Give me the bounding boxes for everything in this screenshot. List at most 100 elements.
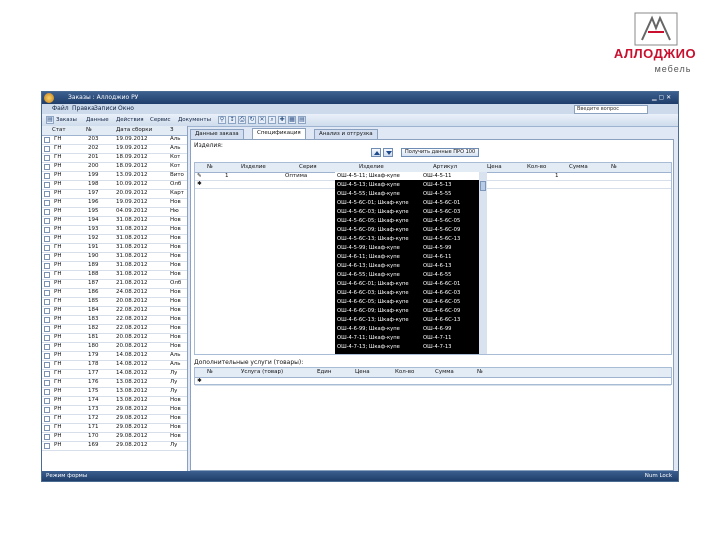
row-checkbox[interactable] [44,245,50,251]
dropdown-option[interactable]: ОШ-4-5-11; Шкаф-купе ОШ-4-5-11 [335,172,487,180]
get-pro100-data-button[interactable]: Получить данные ПРО 100 [401,148,480,157]
col-series[interactable]: Серия [299,164,317,170]
header-date[interactable]: Дата сборки [116,127,152,133]
dropdown-option[interactable]: ОШ-4-5-13; Шкаф-купе ОШ-4-5-13 [335,181,487,189]
table-icon[interactable]: ▦ [288,116,296,124]
print-icon[interactable]: ⎙ [238,116,246,124]
row-checkbox[interactable] [44,407,50,413]
dropdown-option[interactable]: ОШ-4-7-11; Шкаф-купе ОШ-4-7-11 [335,334,487,342]
delete-icon[interactable]: ✕ [258,116,266,124]
header-status[interactable]: Стат [52,127,66,133]
row-checkbox[interactable] [44,236,50,242]
dropdown-option[interactable]: ОШ-4-6-99; Шкаф-купе ОШ-4-6-99 [335,325,487,333]
col-article[interactable]: Артикул [433,164,457,170]
row-checkbox[interactable] [44,416,50,422]
row-checkbox[interactable] [44,380,50,386]
toolbar-data-button[interactable]: Данные [86,116,109,124]
svc-col-price[interactable]: Цена [355,369,370,375]
row-series[interactable]: Оптима [285,173,307,179]
dropdown-option[interactable]: ОШ-4-5-99; Шкаф-купе ОШ-4-5-99 [335,244,487,252]
window-controls-icon[interactable]: ▁ ▢ ✕ [652,94,671,101]
help-search-input[interactable]: Введите вопрос [574,105,648,114]
row-checkbox[interactable] [44,308,50,314]
row-checkbox[interactable] [44,317,50,323]
refresh-icon[interactable]: ↻ [248,116,256,124]
row-num[interactable]: 1 [225,173,229,179]
report-icon[interactable]: ▤ [298,116,306,124]
row-checkbox[interactable] [44,344,50,350]
row-checkbox[interactable] [44,164,50,170]
dropdown-option[interactable]: ОШ-4-5-6С-13; Шкаф-купе ОШ-4-5-6С-13 [335,235,487,243]
svc-col-num[interactable]: № [207,369,213,375]
menu-window[interactable]: Окно [118,105,134,112]
product-dropdown-list[interactable]: ОШ-4-5-11; Шкаф-купе ОШ-4-5-11 ОШ-4-5-13; … [335,172,487,354]
row-checkbox[interactable] [44,191,50,197]
svc-col-sum[interactable]: Сумма [435,369,454,375]
col-num2[interactable]: № [611,164,617,170]
header-client[interactable]: З [170,127,174,133]
row-checkbox[interactable] [44,137,50,143]
row-checkbox[interactable] [44,326,50,332]
row-checkbox[interactable] [44,434,50,440]
header-number[interactable]: № [86,127,92,133]
svc-col-unit[interactable]: Един [317,369,331,375]
toolbar-documents-button[interactable]: Документы [178,116,211,124]
row-checkbox[interactable] [44,146,50,152]
filter-icon[interactable]: ⚲ [218,116,226,124]
office-button-icon[interactable] [44,93,54,103]
row-checkbox[interactable] [44,155,50,161]
svc-col-service[interactable]: Услуга (товар) [241,369,283,375]
scroll-thumb[interactable] [480,181,486,191]
row-checkbox[interactable] [44,173,50,179]
row-checkbox[interactable] [44,272,50,278]
toolbar-service-button[interactable]: Сервис [150,116,171,124]
dropdown-option[interactable]: ОШ-4-6-55; Шкаф-купе ОШ-4-6-55 [335,271,487,279]
dropdown-option[interactable]: ОШ-4-5-6С-01; Шкаф-купе ОШ-4-5-6С-01 [335,199,487,207]
row-checkbox[interactable] [44,398,50,404]
row-checkbox[interactable] [44,389,50,395]
row-checkbox[interactable] [44,254,50,260]
row-checkbox[interactable] [44,371,50,377]
row-checkbox[interactable] [44,200,50,206]
svc-col-num2[interactable]: № [477,369,483,375]
menu-file[interactable]: Файл [52,105,69,112]
dropdown-option[interactable]: ОШ-4-6-6С-03; Шкаф-купе ОШ-4-6-6С-03 [335,289,487,297]
row-checkbox[interactable] [44,425,50,431]
col-qty[interactable]: Кол-во [527,164,546,170]
svc-col-qty[interactable]: Кол-во [395,369,414,375]
col-item[interactable]: Изделие [359,164,384,170]
find-icon[interactable]: ⌕ [268,116,276,124]
dropdown-scrollbar[interactable] [479,172,487,354]
table-row[interactable]: РН 169 29.08.2012 Лу [42,441,187,451]
row-checkbox[interactable] [44,227,50,233]
row-checkbox[interactable] [44,335,50,341]
row-qty[interactable]: 1 [555,173,559,179]
row-checkbox[interactable] [44,299,50,305]
col-product[interactable]: Изделие [241,164,266,170]
dropdown-option[interactable]: ОШ-4-5-6С-03; Шкаф-купе ОШ-4-5-6С-03 [335,208,487,216]
menu-records[interactable]: Записи [94,105,117,112]
row-checkbox[interactable] [44,209,50,215]
col-price[interactable]: Цена [487,164,502,170]
new-record-icon[interactable]: ✚ [278,116,286,124]
col-num[interactable]: № [207,164,213,170]
dropdown-option[interactable]: ОШ-4-5-6С-05; Шкаф-купе ОШ-4-5-6С-05 [335,217,487,225]
row-checkbox[interactable] [44,443,50,449]
dropdown-option[interactable]: ОШ-4-6-11; Шкаф-купе ОШ-4-6-11 [335,253,487,261]
dropdown-option[interactable]: ОШ-4-6-6С-09; Шкаф-купе ОШ-4-6-6С-09 [335,307,487,315]
dropdown-option[interactable]: ОШ-4-6-6С-13; Шкаф-купе ОШ-4-6-6С-13 [335,316,487,324]
dropdown-option[interactable]: ОШ-4-6-13; Шкаф-купе ОШ-4-6-13 [335,262,487,270]
row-checkbox[interactable] [44,353,50,359]
dropdown-option[interactable]: ОШ-4-7-13; Шкаф-купе ОШ-4-7-13 [335,343,487,351]
row-checkbox[interactable] [44,218,50,224]
row-checkbox[interactable] [44,281,50,287]
row-checkbox[interactable] [44,362,50,368]
dropdown-option[interactable]: ОШ-4-5-55; Шкаф-купе ОШ-4-5-55 [335,190,487,198]
move-up-button[interactable] [371,148,381,157]
dropdown-option[interactable]: ОШ-4-5-6С-09; Шкаф-купе ОШ-4-5-6С-09 [335,226,487,234]
new-service-row[interactable]: ✱ [195,377,671,386]
dropdown-option[interactable]: ОШ-4-6-6С-05; Шкаф-купе ОШ-4-6-6С-05 [335,298,487,306]
col-sum[interactable]: Сумма [569,164,588,170]
toolbar-actions-button[interactable]: Действия [116,116,144,124]
row-checkbox[interactable] [44,290,50,296]
